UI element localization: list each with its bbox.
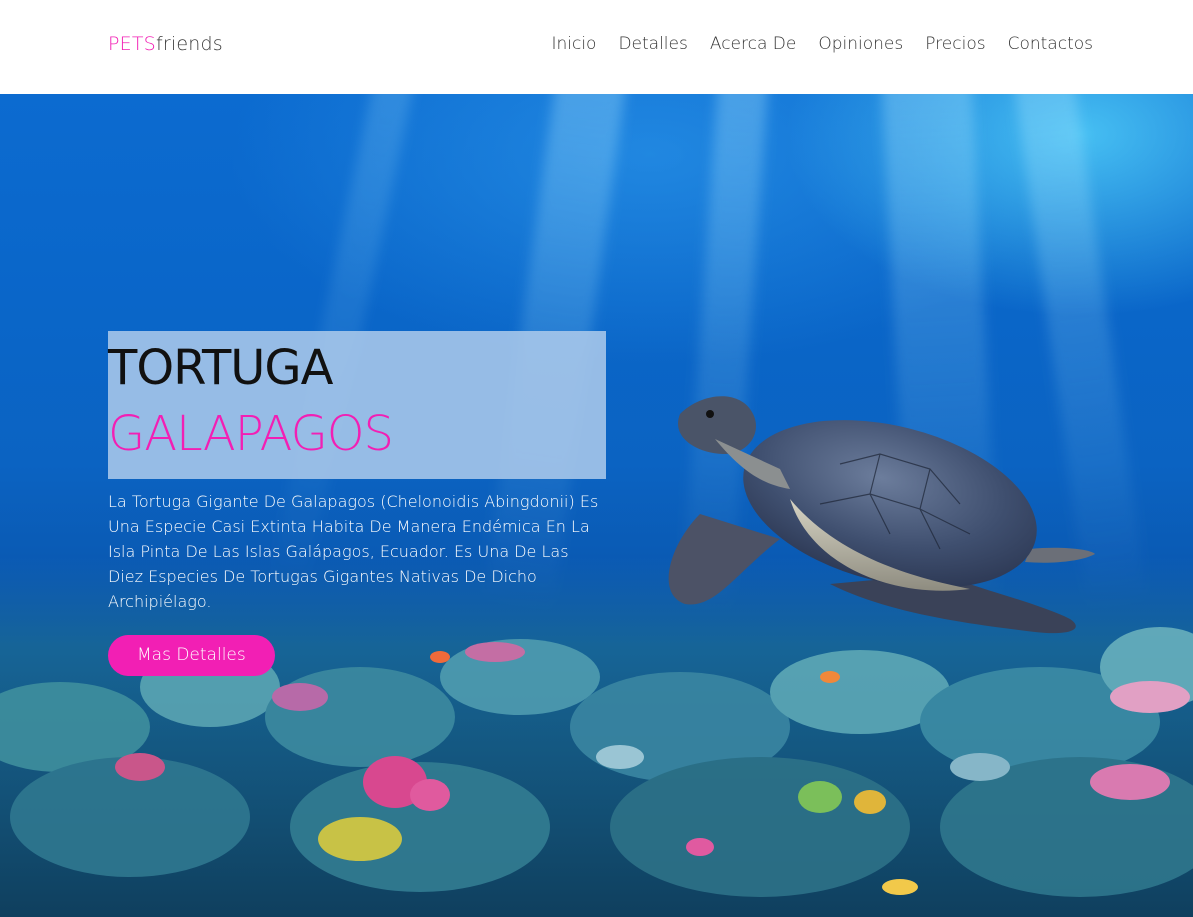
hero-content: TORTUGA GALAPAGOS La Tortuga Gigante De … bbox=[108, 331, 606, 676]
mas-detalles-button[interactable]: Mas Detalles bbox=[108, 635, 275, 676]
hero-title: TORTUGA GALAPAGOS bbox=[108, 331, 606, 479]
logo-brand: PETS bbox=[108, 33, 156, 55]
nav-link-inicio[interactable]: Inicio bbox=[551, 34, 596, 54]
nav-link-opiniones[interactable]: Opiniones bbox=[818, 34, 903, 54]
hero-section: TORTUGA GALAPAGOS La Tortuga Gigante De … bbox=[0, 94, 1193, 917]
nav-link-detalles[interactable]: Detalles bbox=[618, 34, 687, 54]
main-navigation: Inicio Detalles Acerca De Opiniones Prec… bbox=[551, 34, 1093, 54]
logo-link[interactable]: PETSfriends bbox=[108, 33, 223, 55]
top-navbar: PETSfriends Inicio Detalles Acerca De Op… bbox=[0, 0, 1193, 94]
nav-link-acerca-de[interactable]: Acerca De bbox=[710, 34, 796, 54]
sea-turtle-image bbox=[668, 396, 1095, 634]
nav-link-precios[interactable]: Precios bbox=[925, 34, 985, 54]
logo-suffix: friends bbox=[155, 33, 223, 55]
hero-title-line1: TORTUGA bbox=[108, 340, 333, 396]
hero-description: La Tortuga Gigante De Galapagos (Chelono… bbox=[108, 492, 599, 611]
nav-link-contactos[interactable]: Contactos bbox=[1008, 34, 1093, 54]
hero-title-line2: GALAPAGOS bbox=[108, 406, 394, 462]
